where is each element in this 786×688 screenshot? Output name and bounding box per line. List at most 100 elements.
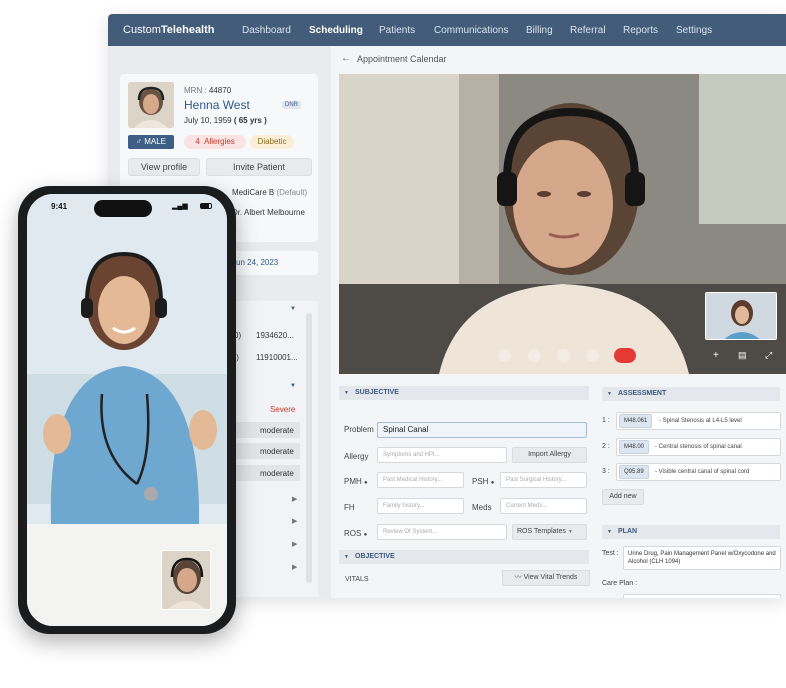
- record-icon[interactable]: [498, 349, 511, 362]
- dnr-badge: DNR: [282, 101, 301, 109]
- condition-badge: Diabetic: [250, 135, 294, 149]
- chevron-right-icon[interactable]: ▶: [292, 495, 297, 503]
- status-time: 9:41: [51, 202, 68, 211]
- patient-name[interactable]: Henna West: [184, 98, 250, 112]
- allergies-label: Allergies: [204, 137, 235, 146]
- assessment-num: 2 :: [602, 443, 610, 450]
- clinical-list: ▼ 0) 1934620... I) 11910001... ▼ Severe …: [232, 301, 318, 597]
- view-vital-trends-button[interactable]: 〰 View Vital Trends: [502, 570, 590, 586]
- end-call-button[interactable]: [614, 348, 636, 363]
- icd-description: - Visible central canal of spinal cord: [655, 469, 750, 475]
- add-participant-icon[interactable]: +: [713, 350, 719, 361]
- phone-screen: 9:41 ▂▄▆: [27, 194, 227, 626]
- chevron-right-icon[interactable]: ▶: [292, 540, 297, 548]
- insurance: MediCare B (Default): [232, 188, 307, 197]
- allergy-input[interactable]: Symptoms and HPI...: [377, 447, 507, 463]
- care-plan-field[interactable]: [623, 594, 781, 598]
- gender-badge: ♂ MALE: [128, 135, 174, 149]
- fh-input[interactable]: Family history...: [377, 498, 464, 514]
- psh-input[interactable]: Past Surgical History...: [500, 472, 587, 488]
- nav-reports[interactable]: Reports: [623, 25, 658, 36]
- camera-icon[interactable]: [586, 349, 599, 362]
- invite-patient-button[interactable]: Invite Patient: [206, 158, 312, 176]
- objective-header[interactable]: OBJECTIVE: [339, 550, 589, 564]
- allergy-label: Allergy: [344, 452, 369, 461]
- test-label: Test :: [602, 550, 619, 557]
- chevron-down-icon[interactable]: ▼: [290, 306, 296, 312]
- nav-dashboard[interactable]: Dashboard: [242, 25, 291, 36]
- chevron-right-icon[interactable]: ▶: [292, 517, 297, 525]
- meds-label: Meds: [472, 503, 492, 512]
- nav-settings[interactable]: Settings: [676, 25, 712, 36]
- patient-avatar: [128, 82, 174, 128]
- problem-label: Problem: [344, 425, 374, 434]
- allergies-badge[interactable]: 4 Allergies: [184, 135, 246, 149]
- age: ( 65 yrs ): [233, 116, 267, 125]
- severity-label: moderate: [260, 469, 294, 478]
- brand-suffix: Telehealth: [160, 24, 215, 36]
- subjective-header[interactable]: SUBJECTIVE: [339, 386, 589, 400]
- assessment-item[interactable]: M48.061 - Spinal Stenosis at L4-L5 level: [616, 412, 781, 430]
- icd-code: M48.00: [619, 440, 650, 454]
- severity-label: moderate: [260, 447, 294, 456]
- self-view-thumbnail[interactable]: [705, 292, 777, 340]
- assessment-item[interactable]: Q95.89 - Visible central canal of spinal…: [616, 463, 781, 481]
- psh-text: PSH: [472, 477, 489, 486]
- trend-icon: 〰: [514, 574, 522, 581]
- list-item: moderate: [232, 422, 300, 438]
- assessment-num: 1 :: [602, 417, 610, 424]
- microphone-icon[interactable]: [557, 349, 570, 362]
- care-plan-label: Care Plan :: [602, 580, 638, 587]
- info-icon[interactable]: ●: [491, 480, 495, 486]
- scrollbar[interactable]: [306, 313, 312, 583]
- pmh-label: PMH ●: [344, 477, 368, 486]
- nav-communications[interactable]: Communications: [434, 25, 508, 36]
- list-item: moderate: [232, 465, 300, 481]
- nav-referral[interactable]: Referral: [570, 25, 606, 36]
- icd-description: - Spinal Stenosis at L4-L5 level: [659, 418, 742, 424]
- icd-description: - Central stenosis of spinal canal: [655, 444, 742, 450]
- list-item: moderate: [232, 443, 300, 459]
- import-allergy-button[interactable]: Import Allergy: [512, 447, 587, 463]
- chevron-right-icon[interactable]: ▶: [292, 563, 297, 571]
- patient-pip-thumbnail[interactable]: [161, 550, 211, 610]
- info-icon[interactable]: ●: [364, 532, 368, 538]
- nav-patients[interactable]: Patients: [379, 25, 415, 36]
- screen-share-icon[interactable]: [528, 349, 541, 362]
- plan-header[interactable]: PLAN: [602, 525, 780, 539]
- chat-icon[interactable]: ▤: [738, 350, 747, 361]
- ros-input[interactable]: Review Of System...: [377, 524, 507, 540]
- view-profile-button[interactable]: View profile: [128, 158, 200, 176]
- allergies-count: 4: [195, 137, 200, 146]
- test-field[interactable]: Urine Drug, Pain Management Panel w/Oxyc…: [623, 546, 781, 570]
- list-id: 11910001...: [256, 353, 298, 362]
- problem-input[interactable]: Spinal Canal: [377, 422, 587, 438]
- vitals-label: VITALS: [345, 576, 369, 583]
- doctor-name: Dr. Albert Melbourne: [232, 208, 305, 217]
- assessment-item[interactable]: M48.00 - Central stenosis of spinal cana…: [616, 438, 781, 456]
- page-title: Appointment Calendar: [357, 54, 447, 64]
- chevron-down-icon[interactable]: ▼: [290, 383, 296, 389]
- add-new-button[interactable]: Add new: [602, 489, 644, 505]
- insurance-note: (Default): [276, 188, 308, 197]
- meds-input[interactable]: Current Meds...: [500, 498, 587, 514]
- dynamic-island: [94, 200, 152, 217]
- vital-trends-label: View Vital Trends: [523, 574, 578, 581]
- ros-templates-select[interactable]: ROS Templates ▼: [512, 524, 587, 540]
- mobile-phone: 9:41 ▂▄▆: [18, 186, 236, 634]
- dob: July 10, 1959: [184, 116, 232, 125]
- fullscreen-icon[interactable]: ⤢: [765, 350, 772, 361]
- assessment-header[interactable]: ASSESSMENT: [602, 387, 780, 401]
- back-arrow-icon[interactable]: ←: [341, 53, 351, 64]
- fh-label: FH: [344, 503, 355, 512]
- top-navbar: CustomTelehealth Dashboard Scheduling Pa…: [108, 14, 786, 46]
- ros-label: ROS ●: [344, 529, 367, 538]
- pmh-input[interactable]: Past Medical History...: [377, 472, 464, 488]
- nav-billing[interactable]: Billing: [526, 25, 553, 36]
- brand-prefix: Custom: [123, 24, 161, 36]
- mrn-label: MRN: [184, 86, 203, 95]
- info-icon[interactable]: ●: [364, 480, 368, 486]
- icd-code: Q95.89: [619, 465, 649, 479]
- brand-logo[interactable]: CustomTelehealth: [123, 24, 215, 36]
- nav-scheduling[interactable]: Scheduling: [309, 25, 363, 36]
